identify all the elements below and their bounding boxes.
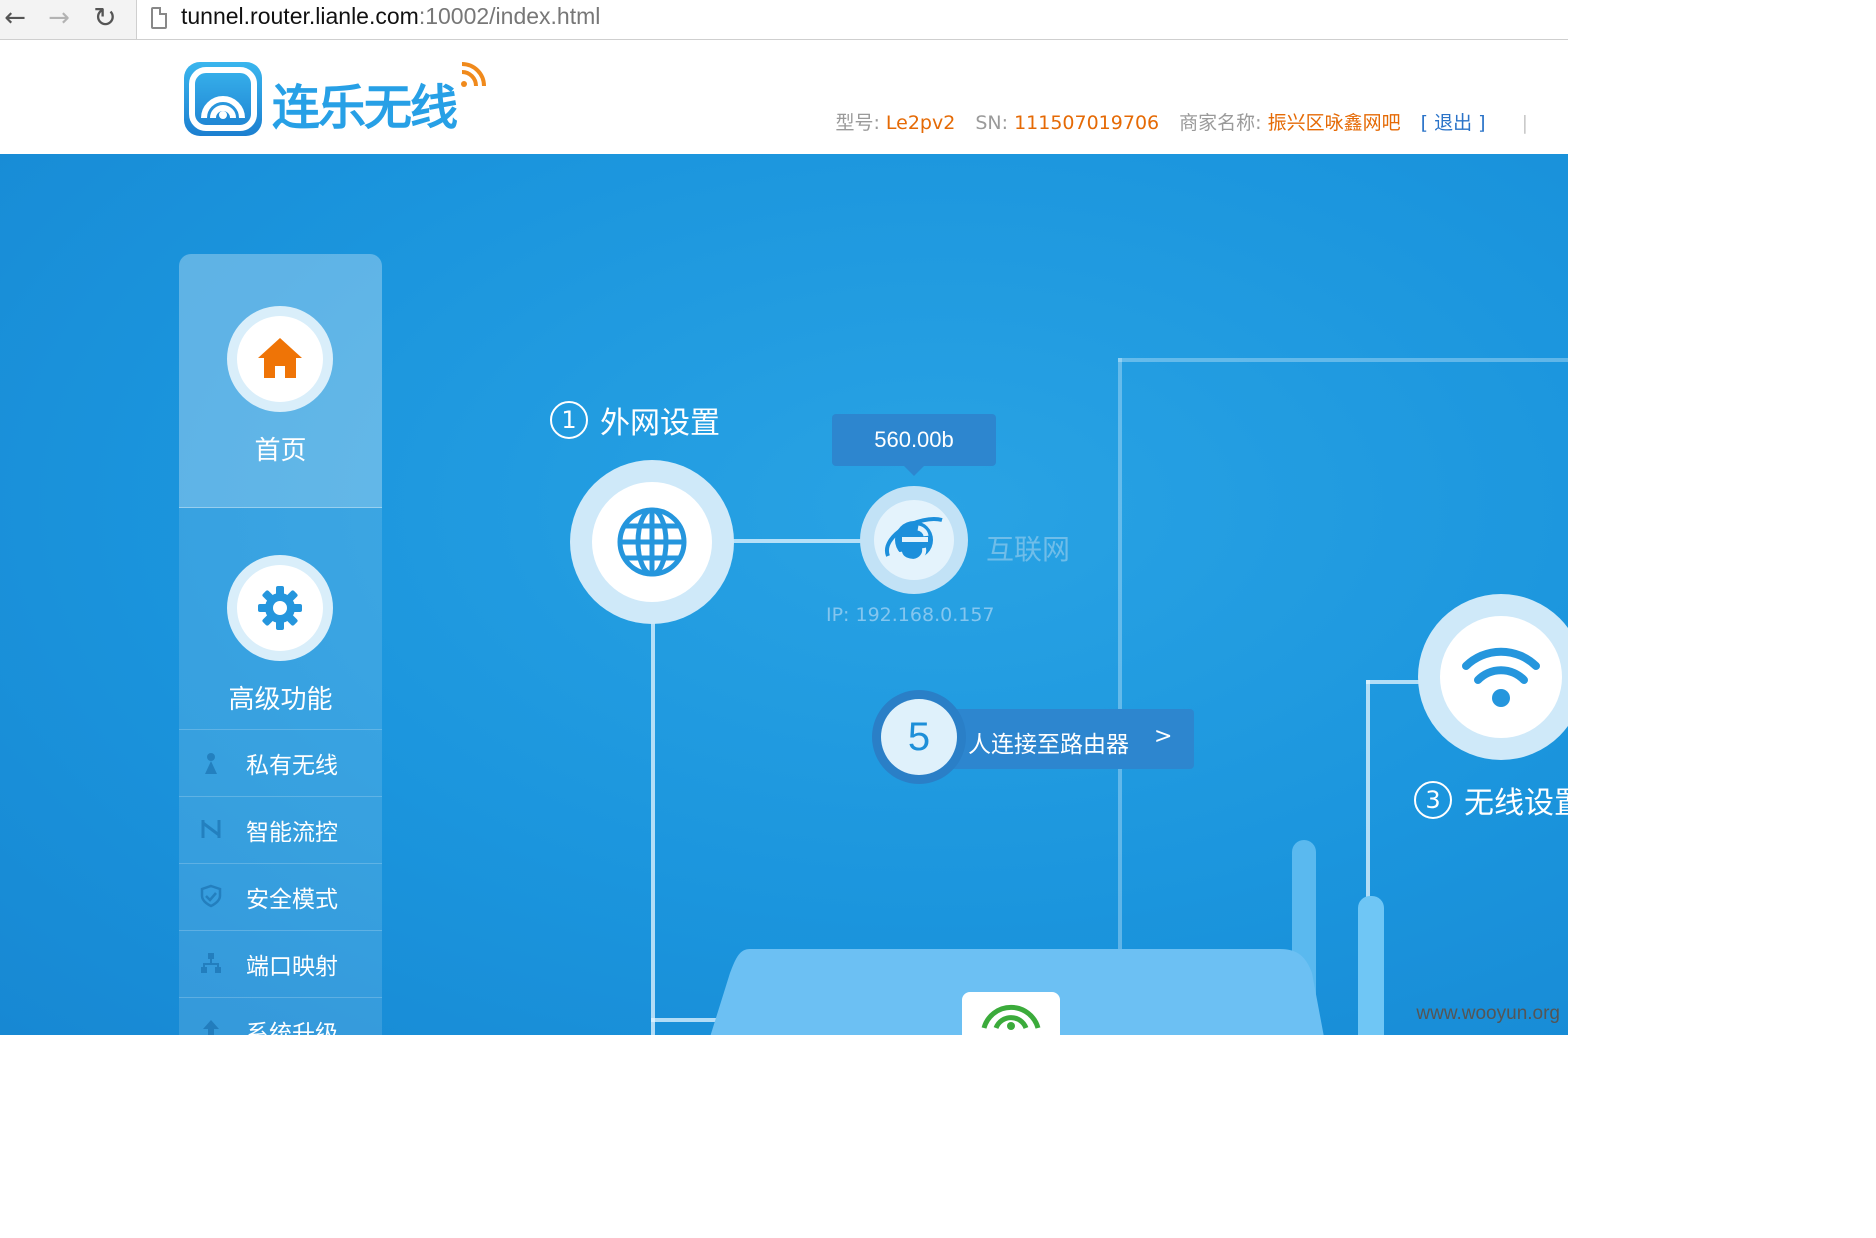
router-logo — [962, 992, 1060, 1035]
step-title-text: 外网设置 — [600, 406, 720, 441]
model-value: Le2pv2 — [885, 112, 956, 134]
globe-icon — [617, 507, 687, 577]
connector-line — [732, 539, 862, 543]
sn-value: 111507019706 — [1014, 112, 1160, 134]
internet-label: 互联网 — [986, 533, 1071, 566]
watermark: www.wooyun.org — [1416, 1003, 1560, 1024]
gear-icon — [258, 586, 302, 630]
home-icon — [258, 338, 302, 378]
traffic-bubble: 560.00b — [832, 414, 996, 476]
logout-link[interactable]: [ 退出 ] — [1421, 112, 1486, 134]
forward-arrow-icon[interactable]: → — [44, 4, 74, 32]
router-antenna — [1358, 896, 1384, 1035]
sidebar-item-label: 系统升级 — [246, 1021, 338, 1035]
flow-control-icon — [201, 820, 221, 838]
ip-address: IP: 192.168.0.157 — [826, 604, 995, 626]
address-bar[interactable]: tunnel.router.lianle.com:10002/index.htm… — [136, 0, 1568, 39]
wan-settings-title[interactable]: 1 外网设置 — [550, 398, 720, 442]
connector-line — [1118, 358, 1568, 362]
device-info: 型号: Le2pv2 SN: 111507019706 商家名称: 振兴区咏鑫网吧 [… — [821, 108, 1528, 135]
clients-text: 人连接至路由器 — [968, 732, 1129, 758]
router-signal-icon — [981, 1004, 1041, 1030]
connector-line — [1366, 680, 1422, 684]
home-circle — [227, 306, 333, 412]
url-text[interactable]: tunnel.router.lianle.com:10002/index.htm… — [181, 3, 600, 30]
sidebar-item-label: 端口映射 — [246, 954, 338, 980]
ie-icon — [885, 517, 943, 563]
site-header: 连乐无线 型号: Le2pv2 SN: 111507019706 商家名称: 振兴区咏… — [0, 40, 1568, 154]
sidebar-item-label: 首页 — [254, 436, 307, 466]
sidebar-item-label: 私有无线 — [246, 753, 338, 779]
sidebar-item-port-mapping[interactable]: 端口映射 — [179, 930, 382, 997]
sidebar-item-label: 安全模式 — [246, 887, 338, 913]
dashboard: 首页 高级功能 私有无线 智能流控 安全模式 端口映射 系统升级 1 外网设置 … — [0, 154, 1568, 1035]
connector-line — [1366, 680, 1370, 910]
sidebar: 首页 高级功能 私有无线 智能流控 安全模式 端口映射 系统升级 — [179, 254, 382, 1035]
logo-icon[interactable] — [184, 62, 262, 136]
reload-icon[interactable]: ↻ — [90, 4, 120, 32]
sidebar-item-flow-control[interactable]: 智能流控 — [179, 796, 382, 863]
brand-name: 连乐无线 — [272, 80, 458, 136]
sn-label: SN: — [975, 112, 1009, 134]
sidebar-item-label: 智能流控 — [246, 820, 338, 846]
step-number: 3 — [1414, 781, 1452, 819]
step-title-text: 无线设置 — [1464, 786, 1568, 821]
sidebar-item-upgrade[interactable]: 系统升级 — [179, 997, 382, 1035]
merchant-label: 商家名称: — [1179, 112, 1262, 134]
client-count: 5 — [881, 699, 957, 775]
step-number: 1 — [550, 401, 588, 439]
wireless-settings-button[interactable] — [1418, 594, 1568, 760]
connector-line — [1118, 358, 1122, 958]
sidebar-item-label: 高级功能 — [228, 685, 333, 715]
sidebar-item-home[interactable]: 首页 — [179, 254, 382, 508]
connector-line — [651, 622, 655, 1035]
browser-toolbar: ← → ↻ tunnel.router.lianle.com:10002/ind… — [0, 0, 1568, 40]
sidebar-item-private-wifi[interactable]: 私有无线 — [179, 729, 382, 796]
private-wifi-icon — [205, 753, 217, 774]
page-icon — [151, 7, 167, 29]
signal-icon — [461, 62, 486, 87]
wan-settings-button[interactable] — [570, 460, 734, 624]
advanced-circle — [227, 555, 333, 661]
sidebar-item-advanced[interactable]: 高级功能 — [179, 507, 382, 729]
network-tree-icon — [201, 953, 221, 973]
upgrade-icon — [203, 1020, 219, 1035]
wifi-icon — [1462, 647, 1540, 707]
shield-icon — [200, 884, 222, 908]
wireless-settings-title[interactable]: 3 无线设置 — [1414, 778, 1568, 822]
divider: | — [1521, 112, 1528, 134]
back-arrow-icon[interactable]: ← — [0, 4, 30, 32]
sidebar-item-security[interactable]: 安全模式 — [179, 863, 382, 930]
internet-node[interactable] — [860, 486, 968, 594]
model-label: 型号: — [835, 112, 880, 134]
chevron-right-icon: > — [1154, 724, 1173, 749]
connected-clients-button[interactable]: 5 人连接至路由器 > — [872, 690, 1194, 784]
merchant-value: 振兴区咏鑫网吧 — [1267, 112, 1401, 134]
